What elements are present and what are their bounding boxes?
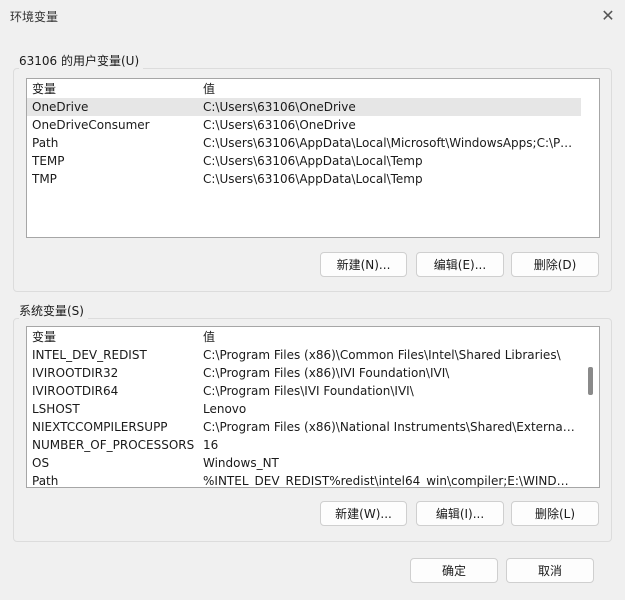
system-edit-button[interactable]: 编辑(I)... xyxy=(416,501,504,526)
window-title: 环境变量 xyxy=(10,10,59,24)
header-variable[interactable]: 变量 xyxy=(32,328,197,346)
var-value: C:\Users\63106\AppData\Local\Temp xyxy=(203,154,423,168)
ok-button[interactable]: 确定 xyxy=(410,558,498,583)
var-value: 16 xyxy=(203,438,219,452)
user-variables-list[interactable]: 变量 值 OneDrive C:\Users\63106\OneDrive On… xyxy=(26,78,600,238)
var-value: C:\Users\63106\AppData\Local\Microsoft\W… xyxy=(203,136,575,150)
cancel-button[interactable]: 取消 xyxy=(506,558,594,583)
list-header: 变量 值 xyxy=(27,328,581,346)
var-value: C:\Program Files (x86)\National Instrume… xyxy=(203,420,575,434)
var-name: OneDriveConsumer xyxy=(32,118,150,132)
user-new-button[interactable]: 新建(N)... xyxy=(320,252,407,277)
header-variable[interactable]: 变量 xyxy=(32,80,197,98)
table-row[interactable]: IVIROOTDIR64 C:\Program Files\IVI Founda… xyxy=(27,382,581,400)
var-value: %INTEL_DEV_REDIST%redist\intel64_win\com… xyxy=(203,474,575,488)
table-row[interactable]: NIEXTCCOMPILERSUPP C:\Program Files (x86… xyxy=(27,418,581,436)
table-row[interactable]: LSHOST Lenovo xyxy=(27,400,581,418)
user-edit-button[interactable]: 编辑(E)... xyxy=(416,252,504,277)
system-variables-label: 系统变量(S) xyxy=(19,302,88,319)
user-delete-button[interactable]: 删除(D) xyxy=(511,252,599,277)
var-value: C:\Program Files\IVI Foundation\IVI\ xyxy=(203,384,414,398)
scrollbar-thumb[interactable] xyxy=(588,367,593,395)
var-name: TMP xyxy=(32,172,57,186)
table-row[interactable]: TEMP C:\Users\63106\AppData\Local\Temp xyxy=(27,152,581,170)
vertical-scrollbar[interactable] xyxy=(583,327,599,487)
list-header: 变量 值 xyxy=(27,80,581,98)
var-value: C:\Program Files (x86)\Common Files\Inte… xyxy=(203,348,561,362)
system-variables-list[interactable]: 变量 值 INTEL_DEV_REDIST C:\Program Files (… xyxy=(26,326,600,488)
table-row[interactable]: Path %INTEL_DEV_REDIST%redist\intel64_wi… xyxy=(27,472,581,488)
table-row[interactable]: OneDrive C:\Users\63106\OneDrive xyxy=(27,98,581,116)
var-name: Path xyxy=(32,474,59,488)
var-name: NIEXTCCOMPILERSUPP xyxy=(32,420,168,434)
var-name: IVIROOTDIR32 xyxy=(32,366,119,380)
var-value: Lenovo xyxy=(203,402,247,416)
var-name: OneDrive xyxy=(32,100,89,114)
var-name: IVIROOTDIR64 xyxy=(32,384,119,398)
var-value: C:\Users\63106\OneDrive xyxy=(203,100,356,114)
table-row[interactable]: NUMBER_OF_PROCESSORS 16 xyxy=(27,436,581,454)
system-delete-button[interactable]: 删除(L) xyxy=(511,501,599,526)
header-value[interactable]: 值 xyxy=(203,328,575,346)
table-row[interactable]: Path C:\Users\63106\AppData\Local\Micros… xyxy=(27,134,581,152)
close-icon[interactable]: ✕ xyxy=(598,6,618,26)
var-name: Path xyxy=(32,136,59,150)
var-value: Windows_NT xyxy=(203,456,279,470)
var-name: TEMP xyxy=(32,154,65,168)
var-value: C:\Program Files (x86)\IVI Foundation\IV… xyxy=(203,366,450,380)
var-name: OS xyxy=(32,456,50,470)
table-row[interactable]: TMP C:\Users\63106\AppData\Local\Temp xyxy=(27,170,581,188)
title-bar: 环境变量 ✕ xyxy=(0,0,625,30)
var-value: C:\Users\63106\AppData\Local\Temp xyxy=(203,172,423,186)
table-row[interactable]: OneDriveConsumer C:\Users\63106\OneDrive xyxy=(27,116,581,134)
table-row[interactable]: OS Windows_NT xyxy=(27,454,581,472)
var-name: LSHOST xyxy=(32,402,80,416)
user-variables-label: 63106 的用户变量(U) xyxy=(19,52,144,69)
var-name: INTEL_DEV_REDIST xyxy=(32,348,147,362)
table-row[interactable]: INTEL_DEV_REDIST C:\Program Files (x86)\… xyxy=(27,346,581,364)
var-name: NUMBER_OF_PROCESSORS xyxy=(32,438,195,452)
system-new-button[interactable]: 新建(W)... xyxy=(320,501,407,526)
table-row[interactable]: IVIROOTDIR32 C:\Program Files (x86)\IVI … xyxy=(27,364,581,382)
header-value[interactable]: 值 xyxy=(203,80,575,98)
var-value: C:\Users\63106\OneDrive xyxy=(203,118,356,132)
